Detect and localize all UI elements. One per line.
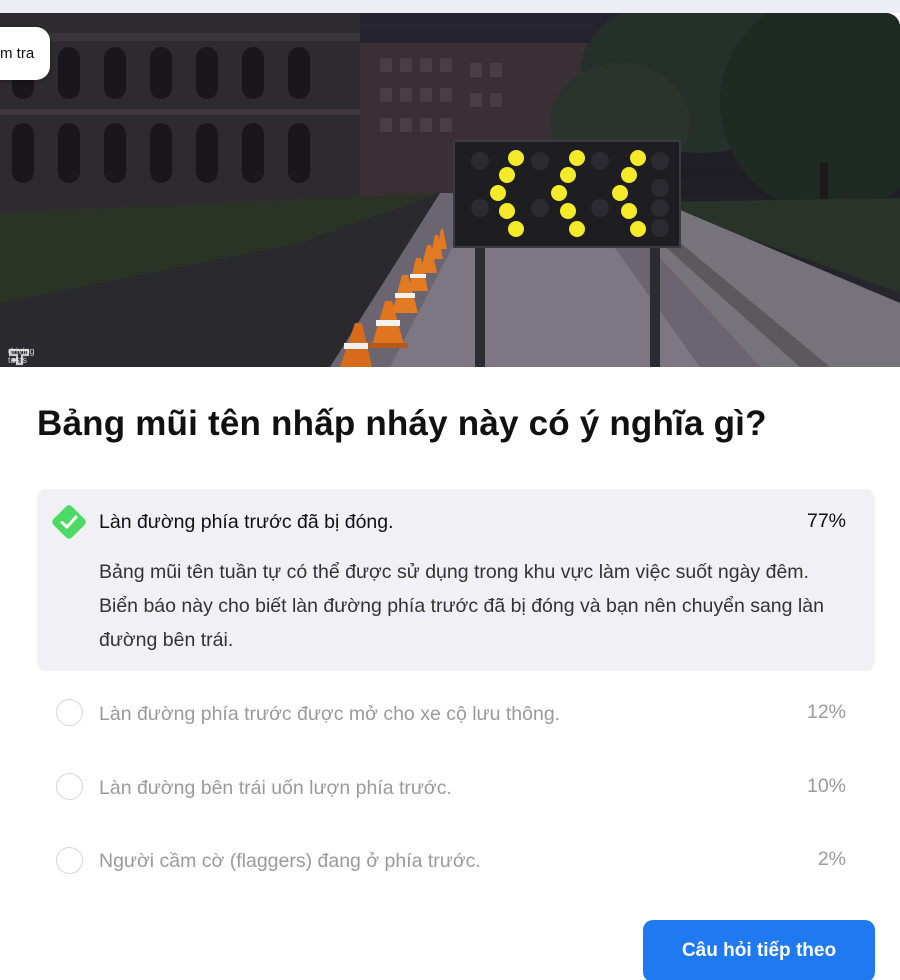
radio-circle-icon[interactable] xyxy=(56,699,83,726)
question-title: Bảng mũi tên nhấp nháy này có ý nghĩa gì… xyxy=(37,404,767,443)
answer-option-4[interactable]: Người cầm cờ (flaggers) đang ở phía trướ… xyxy=(37,835,875,887)
question-image: m tra driving tests xyxy=(0,13,900,367)
check-diamond-icon xyxy=(52,505,86,539)
watermark: driving tests xyxy=(8,347,48,366)
answer-percent: 10% xyxy=(806,775,846,797)
arrow-board-scene xyxy=(0,13,900,367)
answer-option-1[interactable]: Làn đường phía trước đã bị đóng. 77% Bản… xyxy=(37,489,875,671)
answer-label: Người cầm cờ (flaggers) đang ở phía trướ… xyxy=(99,850,481,872)
top-strip xyxy=(0,0,900,13)
check-chip-label: m tra xyxy=(0,45,35,62)
answer-option-2[interactable]: Làn đường phía trước được mở cho xe cộ l… xyxy=(37,688,875,740)
answer-option-3[interactable]: Làn đường bên trái uốn lượn phía trước. … xyxy=(37,762,875,814)
driving-tests-logo-icon xyxy=(8,348,30,366)
answer-label: Làn đường phía trước đã bị đóng. xyxy=(99,511,394,533)
answer-explanation: Bảng mũi tên tuần tự có thể được sử dụng… xyxy=(99,561,824,651)
answer-percent: 2% xyxy=(817,848,846,870)
answer-label: Làn đường phía trước được mở cho xe cộ l… xyxy=(99,703,561,725)
answer-percent: 12% xyxy=(806,701,846,723)
next-question-button[interactable]: Câu hỏi tiếp theo xyxy=(643,920,875,980)
radio-circle-icon[interactable] xyxy=(56,773,83,800)
answer-percent: 77% xyxy=(806,510,846,532)
answer-label: Làn đường bên trái uốn lượn phía trước. xyxy=(99,777,452,799)
radio-circle-icon[interactable] xyxy=(56,847,83,874)
check-chip[interactable]: m tra xyxy=(0,27,51,80)
